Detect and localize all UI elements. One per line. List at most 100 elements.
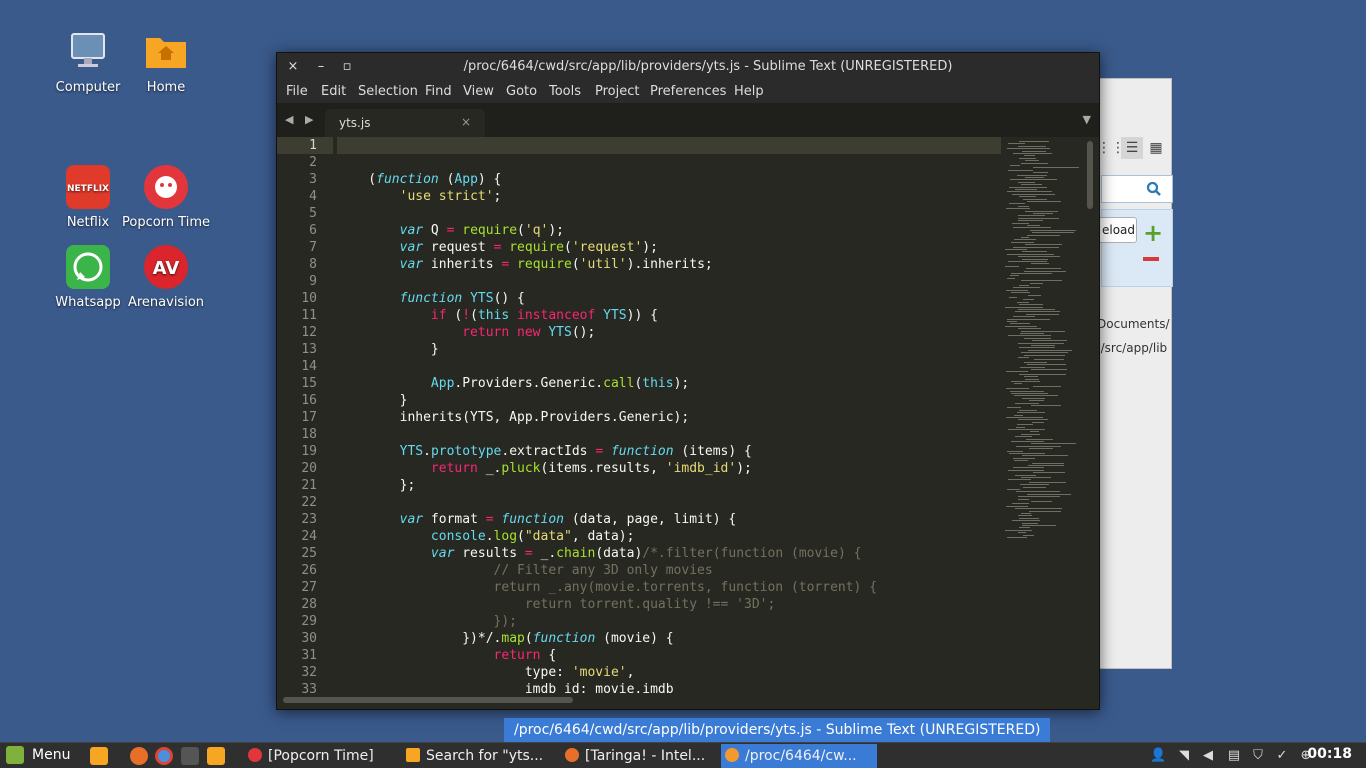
tab-yts-js[interactable]: yts.js ×: [325, 109, 485, 137]
taskbar: Menu [Popcorn Time] Search for "yts... […: [0, 742, 1366, 768]
code-line[interactable]: var request = require('request');: [337, 239, 1001, 256]
minimap[interactable]: [1005, 137, 1083, 693]
menu-find[interactable]: Find: [425, 84, 452, 99]
tab-close-icon[interactable]: ×: [461, 115, 471, 129]
grid-view-icon[interactable]: ▦: [1145, 137, 1167, 159]
line-number: 27: [301, 580, 317, 595]
minimap-line: [1032, 421, 1044, 423]
minimap-line: [1031, 443, 1076, 445]
menu-preferences[interactable]: Preferences: [650, 84, 726, 99]
code-line[interactable]: return _.any(movie.torrents, function (t…: [337, 579, 1001, 596]
menu-tools[interactable]: Tools: [549, 84, 581, 99]
desktop-icon-netflix[interactable]: NETFLIX Netflix: [43, 163, 133, 230]
code-line[interactable]: [337, 494, 1001, 511]
menu-button[interactable]: Menu: [6, 746, 70, 764]
code-line[interactable]: [337, 358, 1001, 375]
list-view-icon[interactable]: ☰: [1121, 137, 1143, 159]
code-line[interactable]: return _.pluck(items.results, 'imdb_id')…: [337, 460, 1001, 477]
tab-list-dropdown-icon[interactable]: ▼: [1083, 113, 1091, 126]
chrome-icon[interactable]: [155, 747, 173, 765]
update-icon[interactable]: ✓: [1274, 748, 1290, 764]
add-icon[interactable]: +: [1143, 219, 1163, 247]
task-sublime[interactable]: /proc/6464/cw...: [721, 744, 877, 768]
code-line[interactable]: var results = _.chain(data)/*.filter(fun…: [337, 545, 1001, 562]
remove-icon[interactable]: [1143, 257, 1159, 261]
code-line[interactable]: [337, 426, 1001, 443]
code-line[interactable]: var format = function (data, page, limit…: [337, 511, 1001, 528]
minimap-line: [1010, 179, 1057, 181]
code-line[interactable]: YTS.prototype.extractIds = function (ite…: [337, 443, 1001, 460]
wifi-icon[interactable]: ◥: [1176, 748, 1192, 764]
task-popcorn-time[interactable]: [Popcorn Time]: [244, 744, 398, 768]
minimap-line: [1011, 241, 1034, 243]
code-line[interactable]: [337, 273, 1001, 290]
whatsapp-icon: [64, 243, 112, 291]
minimap-line: [1017, 412, 1045, 414]
tab-nav-arrows-icon[interactable]: ◀ ▶: [285, 113, 317, 126]
desktop-icon-popcorn-time[interactable]: Popcorn Time: [121, 163, 211, 230]
files-icon[interactable]: [207, 747, 225, 765]
shield-icon[interactable]: ⛉: [1250, 748, 1266, 764]
minimap-line: [1027, 201, 1061, 202]
desktop-icon-arenavision[interactable]: AV Arenavision: [121, 243, 211, 310]
code-line[interactable]: })*/.map(function (movie) {: [337, 630, 1001, 647]
minimap-line: [1005, 249, 1027, 250]
menu-view[interactable]: View: [463, 84, 494, 99]
code-line[interactable]: console.log("data", data);: [337, 528, 1001, 545]
code-line[interactable]: [337, 137, 1001, 154]
code-line[interactable]: [337, 205, 1001, 222]
code-area[interactable]: (function (App) { 'use strict'; var Q = …: [337, 137, 1001, 693]
code-line[interactable]: imdb_id: movie.imdb: [337, 681, 1001, 693]
code-line[interactable]: }: [337, 392, 1001, 409]
sublime-text-window[interactable]: × – ▫ /proc/6464/cwd/src/app/lib/provide…: [276, 52, 1100, 710]
desktop-icon-computer[interactable]: Computer: [43, 28, 133, 95]
minimap-line: [1017, 301, 1029, 303]
show-desktop-icon[interactable]: [90, 747, 108, 765]
search-input[interactable]: [1101, 175, 1173, 203]
task-search[interactable]: Search for "yts...: [402, 744, 556, 768]
menu-file[interactable]: File: [286, 84, 308, 99]
path-item[interactable]: d/src/app/lib: [1093, 341, 1173, 355]
reload-button[interactable]: eload: [1097, 217, 1137, 243]
desktop-icon-whatsapp[interactable]: Whatsapp: [43, 243, 133, 310]
compact-view-icon[interactable]: ⋮⋮: [1097, 137, 1125, 159]
user-icon[interactable]: 👤: [1150, 748, 1166, 764]
terminal-icon[interactable]: [181, 747, 199, 765]
firefox-icon[interactable]: [130, 747, 148, 765]
code-line[interactable]: };: [337, 477, 1001, 494]
horizontal-scrollbar[interactable]: [283, 697, 573, 703]
title-bar[interactable]: × – ▫ /proc/6464/cwd/src/app/lib/provide…: [277, 53, 1099, 81]
code-line[interactable]: return new YTS();: [337, 324, 1001, 341]
search-icon[interactable]: [1146, 181, 1162, 197]
firefox-icon: [565, 748, 579, 762]
code-line[interactable]: if (!(this instanceof YTS)) {: [337, 307, 1001, 324]
code-line[interactable]: // Filter any 3D only movies: [337, 562, 1001, 579]
clipboard-icon[interactable]: ▤: [1226, 748, 1242, 764]
task-taringa[interactable]: [Taringa! - Intel...: [561, 744, 715, 768]
desktop-icon-home[interactable]: Home: [121, 28, 211, 95]
minimap-line: [1019, 517, 1039, 519]
menu-project[interactable]: Project: [595, 84, 639, 99]
code-line[interactable]: }: [337, 341, 1001, 358]
path-item[interactable]: /Documents/: [1093, 317, 1173, 331]
code-line[interactable]: [337, 154, 1001, 171]
code-line[interactable]: return {: [337, 647, 1001, 664]
code-line[interactable]: inherits(YTS, App.Providers.Generic);: [337, 409, 1001, 426]
clock: 00:18: [1307, 746, 1352, 762]
file-manager-window[interactable]: ⋮⋮ ☰ ▦ eload + /Documents/ d/src/app/lib: [1092, 78, 1173, 669]
code-line[interactable]: });: [337, 613, 1001, 630]
vertical-scrollbar[interactable]: [1087, 141, 1093, 209]
menu-edit[interactable]: Edit: [321, 84, 346, 99]
code-line[interactable]: App.Providers.Generic.call(this);: [337, 375, 1001, 392]
menu-help[interactable]: Help: [734, 84, 764, 99]
code-line[interactable]: 'use strict';: [337, 188, 1001, 205]
code-line[interactable]: var inherits = require('util').inherits;: [337, 256, 1001, 273]
code-line[interactable]: return torrent.quality !== '3D';: [337, 596, 1001, 613]
volume-icon[interactable]: ◀: [1200, 748, 1216, 764]
code-line[interactable]: function YTS() {: [337, 290, 1001, 307]
code-line[interactable]: (function (App) {: [337, 171, 1001, 188]
code-line[interactable]: var Q = require('q');: [337, 222, 1001, 239]
code-line[interactable]: type: 'movie',: [337, 664, 1001, 681]
menu-selection[interactable]: Selection: [358, 84, 418, 99]
menu-goto[interactable]: Goto: [506, 84, 537, 99]
